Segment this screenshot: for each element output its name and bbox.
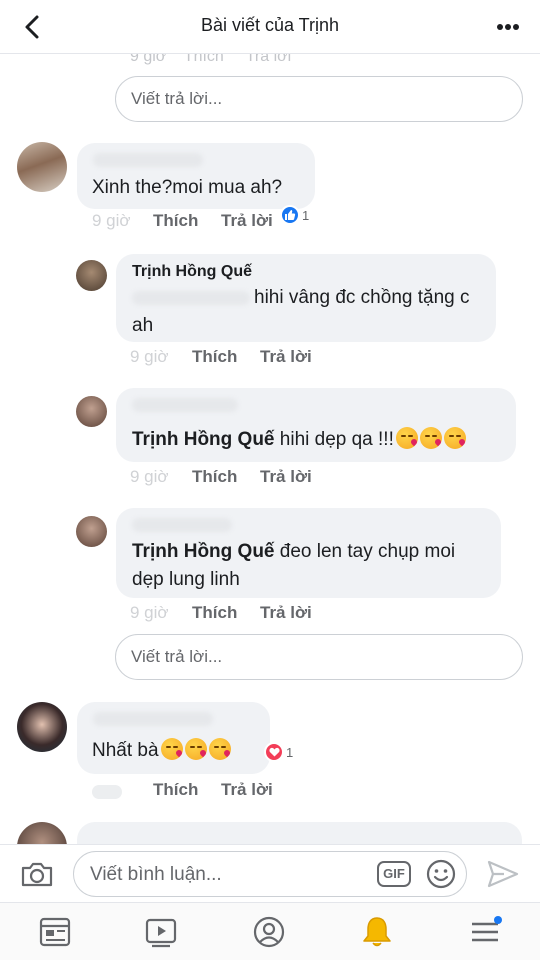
menu-icon[interactable] <box>468 915 502 949</box>
faded-comment-meta: 9 giờ Thích Trả lời <box>130 54 292 65</box>
like-link[interactable]: Thích <box>153 211 198 231</box>
reply-time: 9 giờ <box>130 467 169 486</box>
comment-bubble <box>77 822 522 844</box>
comments-feed[interactable]: 9 giờ Thích Trả lời Viết trả lời... Xinh… <box>0 54 540 844</box>
reply-link[interactable]: Trả lời <box>260 603 312 623</box>
reply-text-line2: ah <box>132 315 154 336</box>
reply-link[interactable]: Trả lời <box>260 467 312 487</box>
reply-text-line1: hihi vâng đc chồng tặng c <box>254 287 470 308</box>
reply-actions: 9 giờ Thích Trả lời <box>130 467 370 491</box>
avatar[interactable] <box>17 142 67 192</box>
reply-input-placeholder: Viết trả lời... <box>131 647 223 666</box>
kiss-emoji-icon <box>208 738 231 760</box>
blurred-time <box>92 785 122 799</box>
kiss-emoji-icon <box>443 427 467 449</box>
like-link[interactable]: Thích <box>153 780 198 800</box>
reply-input[interactable]: Viết trả lời... <box>115 76 523 122</box>
reply-bubble: Trịnh Hồng Quế đeo len tay chụp moi dẹp … <box>116 508 501 598</box>
send-icon[interactable] <box>486 859 520 889</box>
reply-link[interactable]: Trả lời <box>221 780 273 800</box>
gif-icon[interactable]: GIF <box>377 861 411 887</box>
avatar[interactable] <box>76 260 107 291</box>
blurred-name <box>132 518 232 532</box>
comment-time: 9 giờ <box>92 211 131 230</box>
comment-bubble: Xinh the?moi mua ah? <box>77 143 315 209</box>
comment-actions: Thích Trả lời <box>92 780 332 804</box>
watch-icon[interactable] <box>144 915 178 949</box>
like-reaction-icon <box>280 205 300 225</box>
kiss-emoji-icon <box>184 738 207 760</box>
profile-icon[interactable] <box>252 915 286 949</box>
reply-time: 9 giờ <box>130 603 169 622</box>
page-title: Bài viết của Trịnh <box>200 15 340 35</box>
mention-name[interactable]: Trịnh Hồng Quế <box>132 429 275 450</box>
blurred-name <box>93 712 213 726</box>
bell-icon[interactable] <box>360 915 394 949</box>
more-dots-icon[interactable] <box>494 14 522 40</box>
smile-icon[interactable] <box>425 858 457 890</box>
top-bar: Bài viết của Trịnh <box>0 0 540 54</box>
like-link[interactable]: Thích <box>192 347 237 367</box>
mention-name[interactable]: Trịnh Hồng Quế <box>132 541 275 562</box>
kiss-emoji-icon <box>395 427 419 449</box>
comment-text: Xinh the?moi mua ah? <box>92 177 283 198</box>
camera-icon[interactable] <box>20 859 54 889</box>
reply-text-line1: Trịnh Hồng Quế đeo len tay chụp moi <box>132 541 456 562</box>
author-name[interactable]: Trịnh Hồng Quế <box>132 263 252 281</box>
kiss-emoji-icon <box>419 427 443 449</box>
kiss-emoji-icon <box>160 738 183 760</box>
avatar[interactable] <box>76 396 107 427</box>
comment-composer: Viết bình luận... GIF <box>0 844 540 902</box>
reply-bubble: Trịnh Hồng Quế hihi dẹp qa !!! <box>116 388 516 462</box>
reply-link[interactable]: Trả lời <box>260 347 312 367</box>
reply-bubble: Trịnh Hồng Quế hihi vâng đc chồng tặng c… <box>116 254 496 342</box>
bottom-tab-bar <box>0 902 540 960</box>
reply-text-line2: dẹp lung linh <box>132 569 240 590</box>
avatar[interactable] <box>17 702 67 752</box>
comment-bubble: Nhất bà <box>77 702 270 774</box>
blurred-name <box>132 398 238 412</box>
reply-link[interactable]: Trả lời <box>221 211 273 231</box>
reply-actions: 9 giờ Thích Trả lời <box>130 603 370 627</box>
love-reaction-icon <box>264 742 284 762</box>
comment-input-placeholder: Viết bình luận... <box>90 864 222 885</box>
reaction-count: 1 <box>286 744 294 760</box>
reply-text: Trịnh Hồng Quế hihi dẹp qa !!! <box>132 426 467 454</box>
comment-text: Nhất bà <box>92 737 231 765</box>
comment-input[interactable]: Viết bình luận... GIF <box>73 851 467 897</box>
like-link[interactable]: Thích <box>192 603 237 623</box>
reply-input[interactable]: Viết trả lời... <box>115 634 523 680</box>
notification-dot <box>494 916 502 924</box>
reaction-summary[interactable]: 1 <box>264 741 293 763</box>
reply-actions: 9 giờ Thích Trả lời <box>130 347 370 371</box>
blurred-name <box>93 153 203 167</box>
reaction-summary[interactable]: 1 <box>280 204 309 226</box>
like-link[interactable]: Thích <box>192 467 237 487</box>
avatar[interactable] <box>17 822 67 844</box>
blurred-mention <box>132 291 250 305</box>
reaction-count: 1 <box>302 207 310 223</box>
reply-input-placeholder: Viết trả lời... <box>131 89 223 108</box>
news-feed-icon[interactable] <box>38 915 72 949</box>
reply-time: 9 giờ <box>130 347 169 366</box>
avatar[interactable] <box>76 516 107 547</box>
